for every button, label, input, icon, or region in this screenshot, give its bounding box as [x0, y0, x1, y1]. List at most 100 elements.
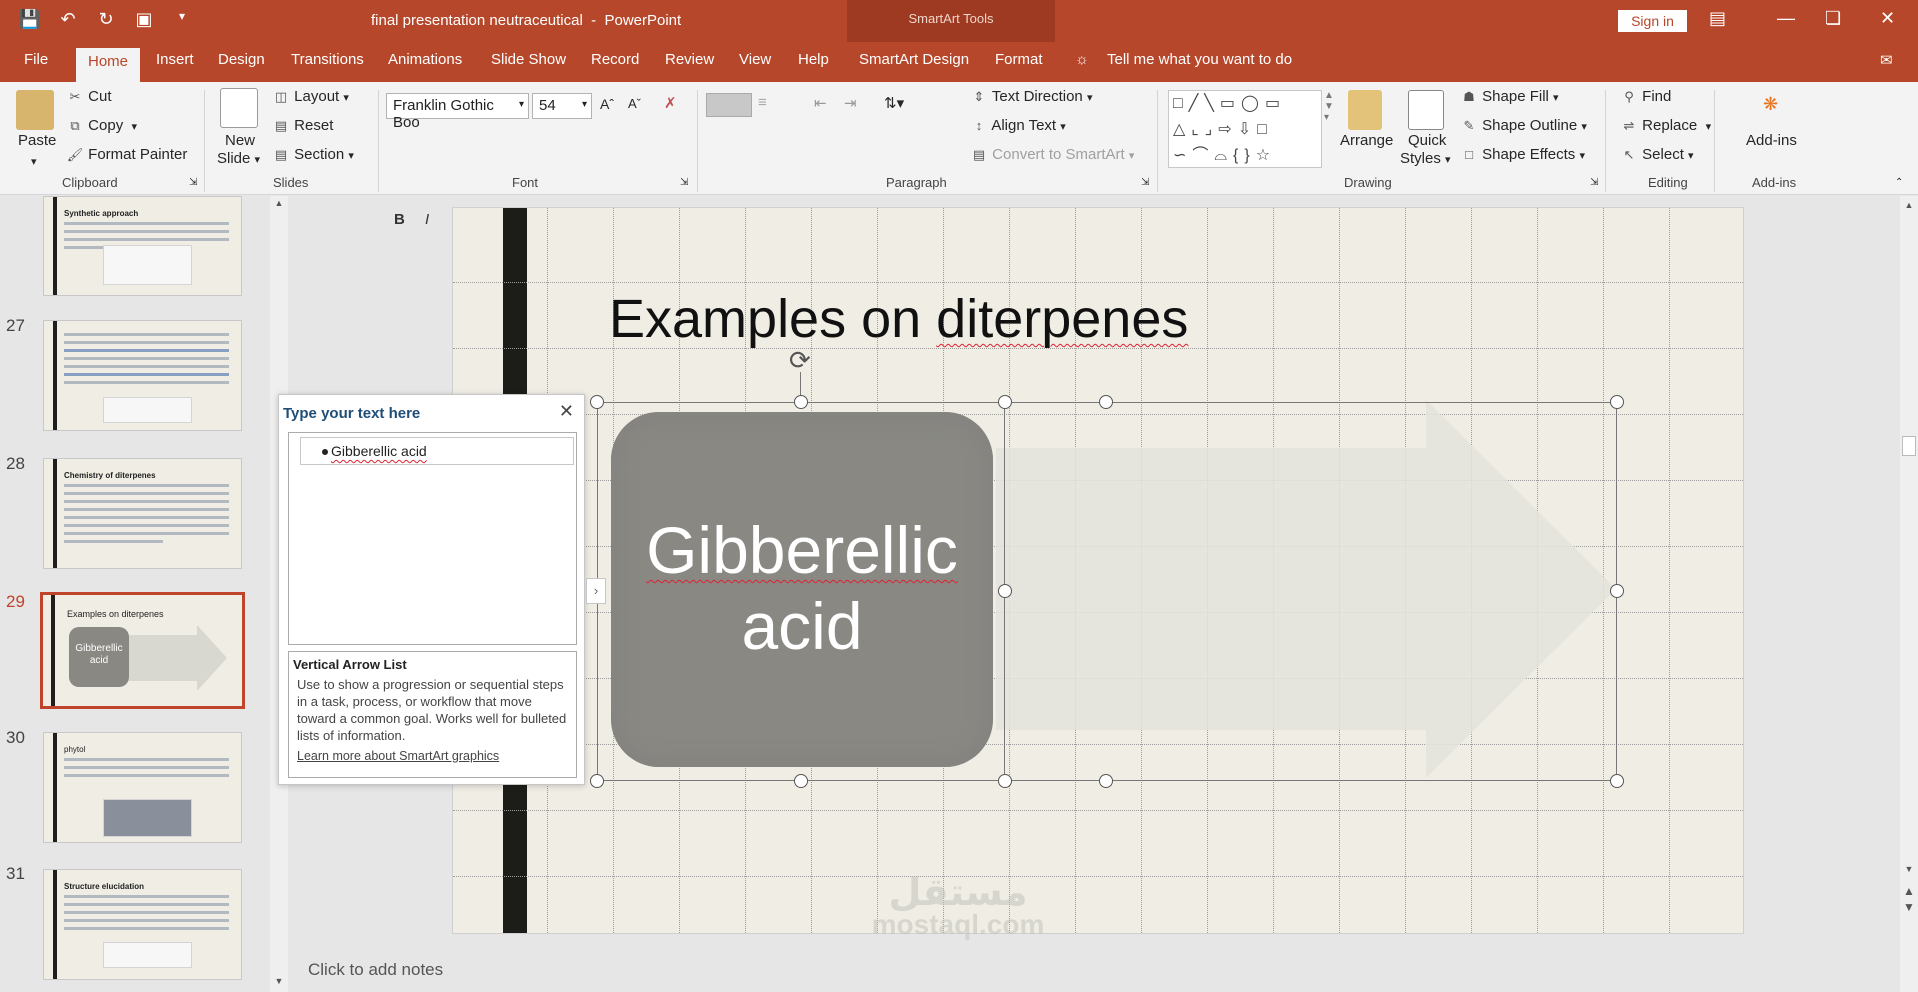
thumbnail-28[interactable]: Chemistry of diterpenes [43, 458, 242, 569]
add-ins-button[interactable]: Add-ins [1746, 132, 1797, 149]
tab-view[interactable]: View [739, 51, 771, 68]
paragraph-launcher-icon[interactable]: ⇲ [1141, 177, 1149, 188]
tab-help[interactable]: Help [798, 51, 829, 68]
resize-handle[interactable] [1610, 395, 1624, 409]
comments-icon[interactable]: ✉ [1880, 51, 1893, 69]
resize-handle[interactable] [998, 584, 1012, 598]
tab-file[interactable]: File [24, 51, 48, 68]
thumbnail-29-selected[interactable]: Examples on diterpenes Gibberellic acid [40, 592, 245, 709]
shape-fill-button[interactable]: ☗ Shape Fill ▾ [1460, 88, 1558, 105]
quick-styles-button[interactable]: Quick [1408, 132, 1446, 149]
slide-scrollbar[interactable]: ▲ ▼ ▲ ▼ [1900, 196, 1918, 992]
close-window-icon[interactable]: ✕ [1880, 8, 1895, 29]
resize-handle[interactable] [794, 395, 808, 409]
tab-format[interactable]: Format [995, 51, 1043, 68]
tab-review[interactable]: Review [665, 51, 714, 68]
layout-button[interactable]: ◫ Layout ▾ [272, 88, 349, 105]
resize-handle[interactable] [1610, 774, 1624, 788]
grow-font-icon[interactable]: Aˆ [600, 96, 614, 112]
resize-handle[interactable] [1099, 774, 1113, 788]
save-icon[interactable]: 💾 [18, 9, 42, 30]
resize-handle[interactable] [1099, 395, 1113, 409]
find-button[interactable]: ⚲ Find [1620, 88, 1671, 105]
bold-icon[interactable]: B [394, 211, 405, 228]
format-painter-button[interactable]: 🖌 Format Painter [66, 146, 188, 163]
scroll-thumb[interactable] [1902, 436, 1916, 456]
align-text-button[interactable]: ↕ Align Text ▾ [970, 117, 1066, 134]
paste-icon[interactable] [16, 90, 54, 130]
notes-pane[interactable]: Click to add notes [290, 948, 1898, 992]
shape-effects-button[interactable]: □ Shape Effects ▾ [1460, 146, 1585, 163]
scroll-up-icon[interactable]: ▲ [270, 198, 288, 208]
close-icon[interactable]: ✕ [559, 401, 574, 422]
decrease-indent-icon[interactable]: ⇤ [814, 94, 827, 112]
previous-slide-icon[interactable]: ▲ [1900, 884, 1918, 898]
text-pane-editor[interactable]: Gibberellic acid [288, 432, 577, 645]
clipboard-launcher-icon[interactable]: ⇲ [189, 177, 197, 188]
text-direction-button[interactable]: ⇕ Text Direction ▾ [970, 88, 1093, 105]
line-spacing-icon[interactable]: ⇅▾ [884, 94, 904, 112]
slide-title[interactable]: Examples on diterpenes [609, 288, 1188, 350]
thumbnail-30[interactable]: phytol [43, 732, 242, 843]
restore-icon[interactable]: ❏ [1825, 8, 1841, 29]
present-icon[interactable]: ▣ [132, 9, 156, 30]
shrink-font-icon[interactable]: Aˇ [628, 96, 641, 111]
tab-animations[interactable]: Animations [388, 51, 462, 68]
shapes-gallery[interactable]: □╱╲▭◯▭ △⌞⌟⇨⇩□ ∽⌒⌓{}☆ [1168, 90, 1322, 168]
resize-handle[interactable] [998, 395, 1012, 409]
redo-icon[interactable]: ↻ [94, 9, 118, 30]
scroll-down-icon[interactable]: ▼ [270, 976, 288, 986]
tab-transitions[interactable]: Transitions [291, 51, 364, 68]
new-slide-button[interactable]: New [225, 132, 255, 149]
thumbnail-27[interactable] [43, 320, 242, 431]
sign-in-button[interactable]: Sign in [1618, 10, 1687, 32]
reset-button[interactable]: ▤ Reset [272, 117, 334, 134]
increase-indent-icon[interactable]: ⇥ [844, 94, 857, 112]
convert-smartart-button[interactable]: ▤ Convert to SmartArt ▾ [970, 146, 1135, 163]
font-size-select[interactable]: 54 ▾ [532, 93, 592, 119]
drawing-launcher-icon[interactable]: ⇲ [1590, 177, 1598, 188]
learn-more-link[interactable]: Learn more about SmartArt graphics [293, 749, 572, 763]
shapes-more-icon[interactable]: ▲ ▼ ▾ [1324, 90, 1334, 123]
scroll-up-icon[interactable]: ▲ [1900, 200, 1918, 210]
arrange-button[interactable]: Arrange [1340, 132, 1393, 149]
thumbnail-31[interactable]: Structure elucidation [43, 869, 242, 980]
text-pane-bullet-item[interactable]: Gibberellic acid [300, 437, 574, 465]
customize-qat-icon[interactable]: ▾ [170, 9, 194, 30]
quick-styles-label[interactable]: Styles ▾ [1400, 150, 1451, 167]
font-family-select[interactable]: Franklin Gothic Boo ▾ [386, 93, 529, 131]
bullets-icon[interactable] [706, 93, 752, 117]
paste-button[interactable]: Paste [18, 132, 56, 149]
tab-slide-show[interactable]: Slide Show [491, 51, 566, 68]
tab-design[interactable]: Design [218, 51, 265, 68]
resize-handle[interactable] [998, 774, 1012, 788]
section-button[interactable]: ▤ Section ▾ [272, 146, 354, 163]
cut-button[interactable]: ✂ Cut [66, 88, 112, 105]
tab-record[interactable]: Record [591, 51, 639, 68]
tab-smartart-design[interactable]: SmartArt Design [859, 51, 969, 68]
next-slide-icon[interactable]: ▼ [1900, 900, 1918, 914]
copy-button[interactable]: ⧉ Copy ▾ [66, 117, 137, 134]
italic-icon[interactable]: I [425, 211, 429, 228]
new-slide-label[interactable]: Slide ▾ [217, 150, 260, 167]
paste-dropdown-icon[interactable]: ▾ [31, 155, 37, 168]
resize-handle[interactable] [1610, 584, 1624, 598]
tab-home[interactable]: Home [76, 48, 141, 82]
select-button[interactable]: ↖ Select ▾ [1620, 146, 1694, 163]
quick-styles-icon[interactable] [1408, 90, 1444, 130]
add-ins-icon[interactable]: ❋ [1763, 94, 1778, 115]
undo-icon[interactable]: ↶ [56, 9, 80, 30]
text-pane-toggle-icon[interactable]: › [586, 578, 606, 604]
notes-placeholder[interactable]: Click to add notes [308, 960, 443, 980]
collapse-ribbon-icon[interactable]: ⌃ [1895, 177, 1903, 188]
ribbon-display-icon[interactable]: ▤ [1709, 8, 1726, 29]
tell-me-box[interactable]: Tell me what you want to do [1107, 51, 1292, 68]
resize-handle[interactable] [794, 774, 808, 788]
font-launcher-icon[interactable]: ⇲ [680, 177, 688, 188]
tab-insert[interactable]: Insert [156, 51, 194, 68]
arrange-icon[interactable] [1348, 90, 1382, 130]
resize-handle[interactable] [590, 395, 604, 409]
numbering-icon[interactable]: ≡ [758, 94, 767, 111]
new-slide-icon[interactable] [220, 88, 258, 128]
clear-format-icon[interactable]: ✗ [664, 94, 677, 112]
